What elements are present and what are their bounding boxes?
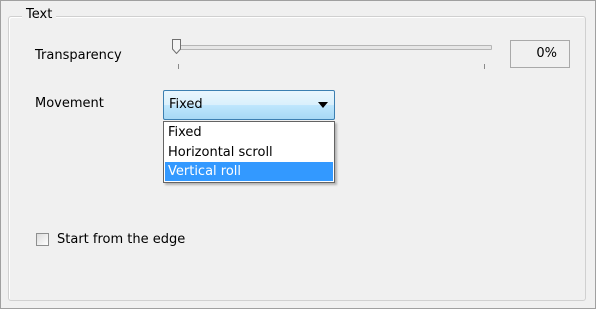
option-vertical-roll[interactable]: Vertical roll [165,162,333,181]
slider-tick-min [178,64,179,69]
option-fixed[interactable]: Fixed [165,123,333,142]
transparency-slider-track[interactable] [178,45,492,50]
start-from-edge-checkbox[interactable] [36,233,49,246]
chevron-down-icon[interactable] [318,102,328,108]
slider-thumb-icon[interactable] [172,39,181,54]
transparency-value: 0% [510,40,570,68]
movement-options-list: Fixed Horizontal scroll Vertical roll [163,121,335,183]
movement-label: Movement [35,96,104,111]
start-from-edge-label[interactable]: Start from the edge [57,232,185,248]
transparency-label: Transparency [35,48,122,63]
group-title: Text [22,7,57,23]
slider-tick-max [484,64,485,69]
movement-dropdown[interactable]: Fixed [163,90,335,120]
movement-selected-value: Fixed [169,97,203,112]
option-horizontal-scroll[interactable]: Horizontal scroll [165,143,333,162]
